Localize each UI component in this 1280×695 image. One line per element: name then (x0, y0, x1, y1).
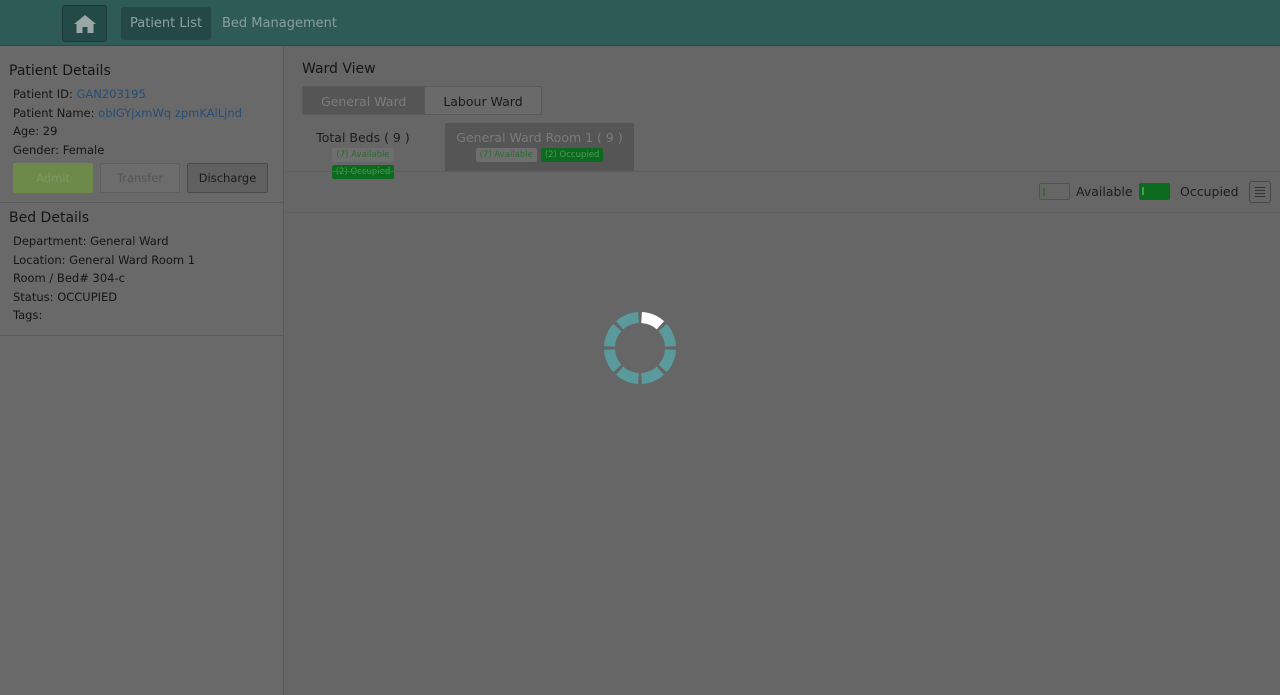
tab-labour-ward[interactable]: Labour Ward (425, 86, 542, 115)
transfer-button[interactable]: Transfer (100, 163, 180, 193)
available-badge: (7) Available (332, 148, 394, 162)
admit-button[interactable]: Admit (13, 163, 93, 193)
label: Department: (13, 234, 87, 248)
patient-name-link[interactable]: obIGYjxmWq zpmKAlLjnd (98, 106, 242, 120)
available-badge: (7) Available (475, 148, 537, 162)
bed-details-heading: Bed Details (9, 210, 90, 226)
label: Status: (13, 289, 54, 304)
left-panel: Patient Details Patient ID: GAN203195 Pa… (0, 46, 284, 695)
legend-label: Occupied (1180, 184, 1239, 199)
bed-status: Status: OCCUPIED (13, 288, 283, 307)
ward-view-title: Ward View (302, 61, 376, 77)
home-icon (73, 14, 96, 33)
legend-occupied: Occupied (1139, 183, 1239, 200)
value: Female (62, 142, 105, 157)
spinner-segment (604, 323, 622, 347)
spinner-segment (604, 349, 622, 373)
label: Gender: (13, 142, 60, 157)
patient-id: Patient ID: GAN203195 (13, 85, 283, 104)
patient-name: Patient Name: obIGYjxmWq zpmKAlLjnd (13, 104, 283, 123)
occupied-badge: (2) Occupied (540, 148, 604, 162)
label: Location: (13, 252, 66, 267)
patient-id-link[interactable]: GAN203195 (76, 87, 145, 101)
value: General Ward Room 1 (69, 252, 196, 267)
divider (0, 334, 283, 336)
bed-location: Location: General Ward Room 1 (13, 251, 283, 270)
loading-spinner-icon (604, 312, 676, 384)
spinner-segment (641, 312, 665, 330)
legend-available: Available (1039, 183, 1133, 200)
value: OCCUPIED (57, 289, 118, 304)
legend-label: Available (1076, 184, 1133, 199)
patient-details-heading: Patient Details (9, 63, 111, 79)
value: General Ward (90, 234, 169, 248)
divider (0, 202, 283, 203)
spinner-segment (615, 312, 639, 330)
tab-general-ward[interactable]: General Ward (302, 86, 426, 115)
total-beds-label: Total Beds ( 9 ) (316, 130, 410, 145)
spinner-segment (641, 366, 665, 384)
nav-patient-list[interactable]: Patient List (121, 7, 212, 40)
patient-gender: Gender: Female (13, 141, 283, 160)
patient-age: Age: 29 (13, 122, 283, 141)
label: Patient ID: (13, 87, 73, 101)
ward-view-panel: Ward View General Ward Labour Ward Total… (285, 46, 1280, 695)
label: Age: (13, 124, 40, 138)
spinner-segment (615, 366, 639, 384)
room-label: General Ward Room 1 ( 9 ) (456, 130, 623, 145)
list-view-button[interactable] (1249, 181, 1271, 203)
occupied-swatch (1139, 183, 1170, 200)
spinner-segment (658, 349, 676, 373)
label: Tags: (13, 308, 43, 322)
label: Room / Bed# (13, 271, 89, 285)
room-general-ward-1[interactable]: General Ward Room 1 ( 9 ) (7) Available … (445, 123, 634, 171)
value: 304-c (92, 271, 125, 285)
bed-department: Department: General Ward (13, 232, 283, 251)
value: 29 (42, 124, 58, 138)
discharge-button[interactable]: Discharge (187, 163, 268, 193)
home-button[interactable] (62, 5, 107, 42)
bed-tags: Tags: (13, 306, 283, 325)
label: Patient Name: (13, 105, 95, 120)
bed-room: Room / Bed# 304-c (13, 269, 283, 288)
spinner-segment (658, 323, 676, 347)
top-nav: Patient List Bed Management (0, 0, 1280, 46)
nav-bed-management[interactable]: Bed Management (213, 7, 346, 40)
available-swatch (1039, 183, 1070, 200)
